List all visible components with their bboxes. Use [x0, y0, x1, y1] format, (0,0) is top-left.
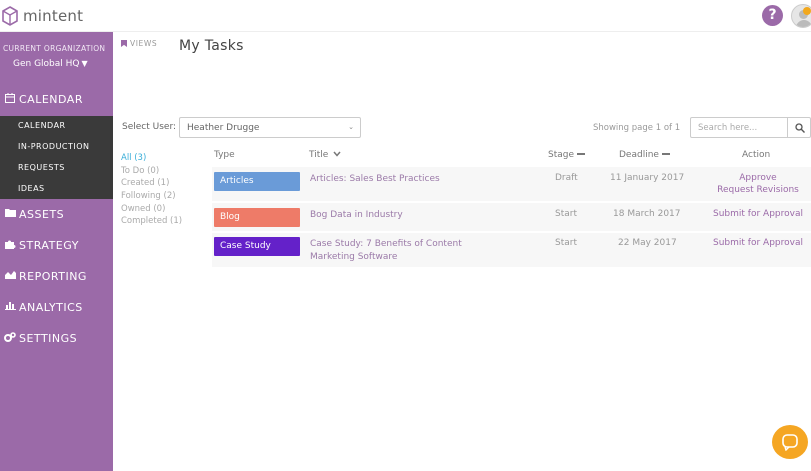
- chevron-down-icon: ▼: [81, 59, 88, 68]
- table-row: Case Study Case Study: 7 Benefits of Con…: [212, 233, 811, 267]
- bookmark-icon: [121, 40, 127, 47]
- views-label: VIEWS: [130, 39, 158, 48]
- select-user-label: Select User:: [122, 122, 177, 132]
- search-icon: [795, 123, 805, 133]
- nav-calendar[interactable]: CALENDAR: [0, 87, 113, 111]
- nav-reporting[interactable]: REPORTING: [0, 264, 113, 288]
- subnav-requests[interactable]: REQUESTS: [18, 163, 65, 172]
- pagination-status: Showing page 1 of 1: [593, 123, 681, 133]
- area-chart-icon: [1, 270, 19, 282]
- column-header-title[interactable]: Title: [309, 150, 341, 160]
- app-logo[interactable]: mintent: [2, 5, 83, 27]
- gears-icon: [1, 331, 19, 345]
- calendar-icon: [1, 92, 19, 106]
- column-deadline-label: Deadline: [619, 150, 659, 160]
- subnav-ideas[interactable]: IDEAS: [18, 184, 45, 193]
- nav-analytics-label: ANALYTICS: [19, 300, 83, 314]
- task-title-link[interactable]: Articles: Sales Best Practices: [310, 173, 480, 186]
- filter-owned[interactable]: Owned (0): [121, 204, 165, 214]
- nav-reporting-label: REPORTING: [19, 269, 87, 283]
- column-title-label: Title: [309, 150, 329, 160]
- type-tag-case-study[interactable]: Case Study: [214, 237, 300, 256]
- views-menu[interactable]: VIEWS: [121, 39, 157, 48]
- org-name: Gen Global HQ: [13, 59, 80, 69]
- type-tag-blog[interactable]: Blog: [214, 208, 300, 227]
- task-stage: Start: [555, 238, 577, 248]
- search-input[interactable]: Search here...: [690, 117, 788, 138]
- nav-settings-label: SETTINGS: [19, 331, 78, 345]
- table-row: Articles Articles: Sales Best Practices …: [212, 167, 811, 201]
- select-user-dropdown[interactable]: Heather Drugge ⌄: [179, 117, 361, 138]
- task-title-link[interactable]: Bog Data in Industry: [310, 209, 480, 222]
- page-title: My Tasks: [179, 38, 244, 54]
- chevron-down-icon: [333, 151, 341, 157]
- column-header-stage[interactable]: Stage: [548, 150, 585, 160]
- cube-logo-icon: [2, 6, 18, 26]
- filter-created[interactable]: Created (1): [121, 178, 169, 188]
- nav-strategy[interactable]: STRATEGY: [0, 233, 113, 257]
- chat-launcher-button[interactable]: [772, 425, 808, 459]
- filter-following[interactable]: Following (2): [121, 191, 176, 201]
- subnav-in-production[interactable]: IN-PRODUCTION: [18, 142, 90, 151]
- search-button[interactable]: [787, 117, 811, 138]
- sort-neutral-icon: [576, 153, 585, 155]
- approve-link[interactable]: Approve: [717, 173, 799, 183]
- task-stage: Draft: [555, 173, 578, 183]
- nav-assets[interactable]: ASSETS: [0, 202, 113, 226]
- bar-chart-icon: [1, 301, 19, 313]
- filter-to-do[interactable]: To Do (0): [121, 166, 159, 176]
- folder-icon: [1, 208, 19, 220]
- org-selector[interactable]: Gen Global HQ ▼: [13, 59, 88, 69]
- task-title-link[interactable]: Case Study: 7 Benefits of Content Market…: [310, 238, 480, 263]
- submit-for-approval-link[interactable]: Submit for Approval: [712, 238, 804, 248]
- avatar-body: [796, 20, 811, 27]
- calendar-subnav: CALENDAR IN-PRODUCTION REQUESTS IDEAS: [0, 116, 113, 199]
- nav-strategy-label: STRATEGY: [19, 238, 79, 252]
- chat-icon: [782, 434, 798, 451]
- user-avatar[interactable]: [791, 4, 811, 28]
- nav-assets-label: ASSETS: [19, 207, 65, 221]
- sidebar: CURRENT ORGANIZATION Gen Global HQ ▼ CALE…: [0, 32, 113, 471]
- puzzle-icon: [1, 239, 19, 252]
- request-revisions-link[interactable]: Request Revisions: [712, 185, 804, 195]
- type-tag-articles[interactable]: Articles: [214, 172, 300, 191]
- nav-settings[interactable]: SETTINGS: [0, 326, 113, 350]
- column-stage-label: Stage: [548, 150, 575, 160]
- submit-for-approval-link[interactable]: Submit for Approval: [712, 209, 804, 219]
- org-label: CURRENT ORGANIZATION: [3, 44, 106, 53]
- filter-all[interactable]: All (3): [121, 153, 146, 163]
- subnav-calendar[interactable]: CALENDAR: [18, 121, 66, 130]
- task-deadline: 11 January 2017: [610, 173, 685, 183]
- column-header-type[interactable]: Type: [214, 150, 235, 160]
- table-row: Blog Bog Data in Industry Start 18 March…: [212, 203, 811, 231]
- task-deadline: 18 March 2017: [613, 209, 681, 219]
- help-button[interactable]: ?: [762, 5, 783, 26]
- select-user-value: Heather Drugge: [187, 123, 260, 133]
- notification-badge: [803, 7, 811, 15]
- chevron-down-icon: ⌄: [348, 123, 354, 131]
- task-stage: Start: [555, 209, 577, 219]
- nav-analytics[interactable]: ANALYTICS: [0, 295, 113, 319]
- sort-neutral-icon: [661, 153, 670, 155]
- app-name: mintent: [23, 7, 84, 25]
- filter-completed[interactable]: Completed (1): [121, 216, 182, 226]
- task-deadline: 22 May 2017: [618, 238, 677, 248]
- nav-calendar-label: CALENDAR: [19, 92, 83, 106]
- column-header-deadline[interactable]: Deadline: [619, 150, 670, 160]
- top-bar: mintent ?: [0, 0, 811, 32]
- column-header-action: Action: [742, 150, 771, 160]
- search-placeholder: Search here...: [698, 123, 758, 133]
